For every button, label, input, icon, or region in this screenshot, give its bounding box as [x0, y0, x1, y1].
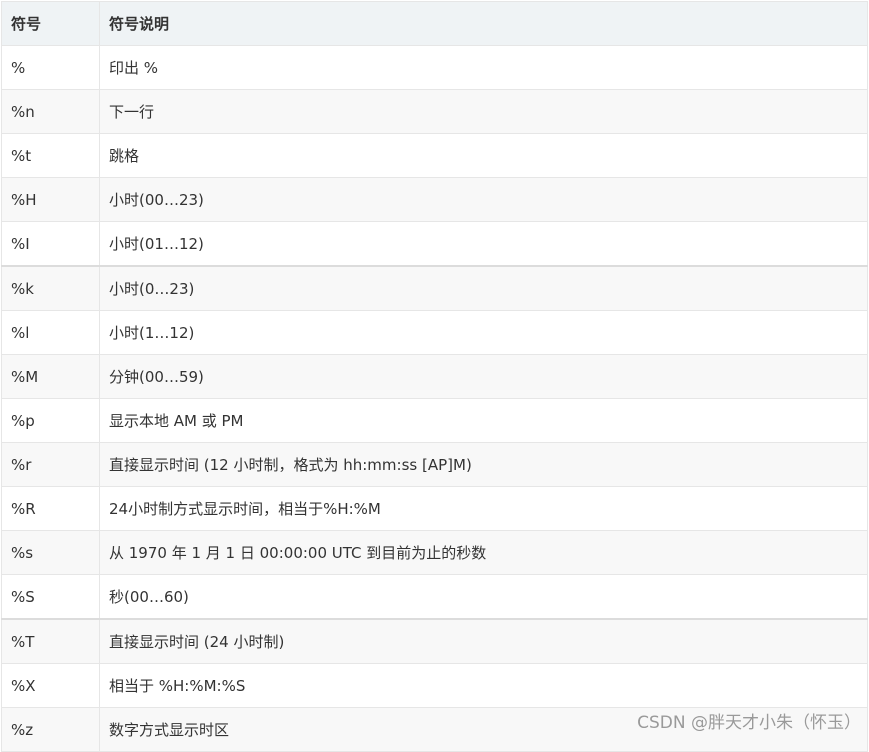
table-row: %l 小时(1…12): [1, 310, 868, 355]
description-cell: 直接显示时间 (12 小时制，格式为 hh:mm:ss [AP]M): [99, 442, 868, 487]
table-row: %R 24小时制方式显示时间，相当于%H:%M: [1, 486, 868, 531]
symbol-cell: %t: [1, 133, 100, 178]
symbol-cell: %z: [1, 707, 100, 752]
description-cell: 从 1970 年 1 月 1 日 00:00:00 UTC 到目前为止的秒数: [99, 530, 868, 575]
symbol-cell: %n: [1, 89, 100, 134]
table-row: %t 跳格: [1, 133, 868, 178]
description-cell: 直接显示时间 (24 小时制): [99, 618, 868, 664]
table-row: %I 小时(01…12): [1, 221, 868, 267]
description-cell: 24小时制方式显示时间，相当于%H:%M: [99, 486, 868, 531]
table-row: %s 从 1970 年 1 月 1 日 00:00:00 UTC 到目前为止的秒…: [1, 530, 868, 575]
table-row: %r 直接显示时间 (12 小时制，格式为 hh:mm:ss [AP]M): [1, 442, 868, 487]
description-cell: 显示本地 AM 或 PM: [99, 398, 868, 443]
symbol-cell: %S: [1, 574, 100, 620]
table-body: % 印出 % %n 下一行 %t 跳格 %H 小时(00…23) %I 小时(0…: [1, 45, 868, 752]
description-cell: 小时(00…23): [99, 177, 868, 222]
csdn-watermark: CSDN @胖天才小朱（怀玉）: [637, 713, 861, 733]
description-cell: 相当于 %H:%M:%S: [99, 663, 868, 708]
description-cell: 印出 %: [99, 45, 868, 90]
symbol-cell: %r: [1, 442, 100, 487]
description-cell: 小时(0…23): [99, 265, 868, 311]
table-row: %H 小时(00…23): [1, 177, 868, 222]
symbol-cell: %T: [1, 618, 100, 664]
table-row: %n 下一行: [1, 89, 868, 134]
symbol-cell: %p: [1, 398, 100, 443]
table-row: %p 显示本地 AM 或 PM: [1, 398, 868, 443]
description-cell: 跳格: [99, 133, 868, 178]
table-row: %M 分钟(00…59): [1, 354, 868, 399]
symbol-cell: %X: [1, 663, 100, 708]
table-row: %k 小时(0…23): [1, 265, 868, 311]
table-row: %S 秒(00…60): [1, 574, 868, 620]
description-cell: 下一行: [99, 89, 868, 134]
symbol-table-container: 符号 符号说明 % 印出 % %n 下一行 %t 跳格 %H 小时(00…23): [1, 1, 868, 752]
symbol-cell: %: [1, 45, 100, 90]
table-header: 符号 符号说明: [1, 1, 868, 46]
symbol-cell: %R: [1, 486, 100, 531]
symbol-cell: %I: [1, 221, 100, 267]
symbol-cell: %s: [1, 530, 100, 575]
description-cell: 小时(1…12): [99, 310, 868, 355]
symbol-cell: %l: [1, 310, 100, 355]
description-cell: 秒(00…60): [99, 574, 868, 620]
table-row: %T 直接显示时间 (24 小时制): [1, 618, 868, 664]
header-symbol: 符号: [1, 1, 100, 46]
symbol-cell: %H: [1, 177, 100, 222]
header-description: 符号说明: [99, 1, 868, 46]
table-row: % 印出 %: [1, 45, 868, 90]
header-row: 符号 符号说明: [1, 1, 868, 46]
table-row: %X 相当于 %H:%M:%S: [1, 663, 868, 708]
description-cell: 分钟(00…59): [99, 354, 868, 399]
date-format-symbol-table: 符号 符号说明 % 印出 % %n 下一行 %t 跳格 %H 小时(00…23): [1, 1, 868, 752]
description-cell: 小时(01…12): [99, 221, 868, 267]
symbol-cell: %M: [1, 354, 100, 399]
symbol-cell: %k: [1, 265, 100, 311]
